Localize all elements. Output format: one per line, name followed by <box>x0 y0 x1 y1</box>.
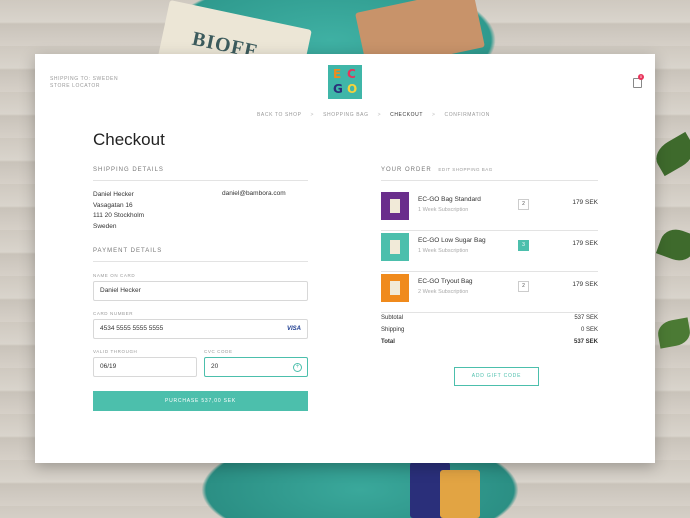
breadcrumb-separator: > <box>377 112 382 118</box>
product-price: 179 SEK <box>572 199 598 206</box>
subtotal-row: Subtotal 537 SEK <box>381 315 598 321</box>
plus-circle-icon[interactable]: + <box>293 363 302 372</box>
subtotal-value: 537 SEK <box>574 315 598 321</box>
card-number-input[interactable]: 4534 5555 5555 5555 VISA <box>93 319 308 339</box>
shipping-label: Shipping <box>381 327 405 333</box>
order-item: EC-GO Low Sugar Bag 1 Week Subscription … <box>381 230 598 272</box>
name-on-card-label: NAME ON CARD <box>93 273 136 278</box>
total-label: Total <box>381 339 395 345</box>
shipping-details-heading: SHIPPING DETAILS <box>93 167 308 181</box>
background-product-bag <box>440 470 480 518</box>
order-item: EC-GO Bag Standard 1 Week Subscription 2… <box>381 189 598 231</box>
quantity-selector[interactable]: 3 <box>518 240 529 251</box>
shipping-city: 111 20 Stockholm <box>93 212 145 219</box>
product-name: EC-GO Low Sugar Bag <box>418 237 486 244</box>
store-locator-link[interactable]: STORE LOCATOR <box>50 83 118 90</box>
background-leaf <box>650 131 690 177</box>
product-name: EC-GO Tryout Bag <box>418 278 473 285</box>
shipping-name: Daniel Hecker <box>93 191 134 198</box>
shipping-address: Daniel Hecker Vasagatan 16 111 20 Stockh… <box>93 190 144 232</box>
card-number-label: CARD NUMBER <box>93 311 134 316</box>
logo-letter: E <box>333 67 342 81</box>
shipping-email: daniel@bambora.com <box>222 190 286 197</box>
breadcrumb-shopping-bag[interactable]: SHOPPING BAG <box>323 112 369 118</box>
total-row: Total 537 SEK <box>381 339 598 345</box>
product-subscription: 2 Week Subscription <box>418 289 469 295</box>
page-title: Checkout <box>93 130 165 149</box>
shipping-row: Shipping 0 SEK <box>381 327 598 333</box>
shipping-region: SHIPPING TO: SWEDEN STORE LOCATOR <box>50 76 118 90</box>
your-order-title: YOUR ORDER <box>381 167 432 173</box>
shipping-street: Vasagatan 16 <box>93 201 133 209</box>
background-leaf <box>655 224 690 266</box>
product-price: 179 SEK <box>572 281 598 288</box>
logo-letter: O <box>347 82 358 96</box>
quantity-selector[interactable]: 2 <box>518 199 529 210</box>
shipping-country: Sweden <box>93 222 117 230</box>
shipping-to-link[interactable]: SHIPPING TO: SWEDEN <box>50 76 118 83</box>
product-subscription: 1 Week Subscription <box>418 248 469 254</box>
logo-letter: G <box>333 82 343 96</box>
purchase-button[interactable]: PURCHASE 537,00 SEK <box>93 391 308 411</box>
product-thumbnail <box>381 233 409 261</box>
valid-through-input[interactable]: 06/19 <box>93 357 197 377</box>
product-subscription: 1 Week Subscription <box>418 207 469 213</box>
breadcrumb-confirmation[interactable]: CONFIRMATION <box>445 112 490 118</box>
cvc-code-value: 20 <box>211 363 219 370</box>
product-thumbnail <box>381 192 409 220</box>
name-on-card-value: Daniel Hecker <box>100 287 141 294</box>
add-gift-code-button[interactable]: ADD GIFT CODE <box>454 367 539 386</box>
product-name: EC-GO Bag Standard <box>418 196 481 203</box>
product-price: 179 SEK <box>572 240 598 247</box>
checkout-window: SHIPPING TO: SWEDEN STORE LOCATOR E C G … <box>35 54 655 463</box>
subtotal-label: Subtotal <box>381 315 404 321</box>
total-value: 537 SEK <box>573 339 598 345</box>
quantity-selector[interactable]: 2 <box>518 281 529 292</box>
shipping-value: 0 SEK <box>580 327 598 333</box>
card-number-value: 4534 5555 5555 5555 <box>100 325 164 332</box>
valid-through-label: VALID THROUGH <box>93 349 138 354</box>
breadcrumb-checkout[interactable]: CHECKOUT <box>390 112 423 118</box>
edit-shopping-bag-link[interactable]: EDIT SHOPPING BAG <box>438 167 492 172</box>
product-thumbnail <box>381 274 409 302</box>
breadcrumb: BACK TO SHOP > SHOPPING BAG > CHECKOUT >… <box>257 112 490 118</box>
brand-logo[interactable]: E C G O <box>328 65 362 99</box>
cvc-code-label: CVC CODE <box>204 349 233 354</box>
visa-icon: VISA <box>286 326 301 332</box>
cvc-code-input[interactable]: 20 + <box>204 357 308 377</box>
background-leaf <box>655 317 690 349</box>
valid-through-value: 06/19 <box>100 363 117 370</box>
breadcrumb-back-to-shop[interactable]: BACK TO SHOP <box>257 112 302 118</box>
your-order-heading: YOUR ORDER EDIT SHOPPING BAG <box>381 167 598 181</box>
order-item: EC-GO Tryout Bag 2 Week Subscription 2 1… <box>381 271 598 313</box>
name-on-card-input[interactable]: Daniel Hecker <box>93 281 308 301</box>
cart-count-badge: 0 <box>638 74 644 80</box>
breadcrumb-separator: > <box>432 112 436 118</box>
payment-details-heading: PAYMENT DETAILS <box>93 248 308 262</box>
breadcrumb-separator: > <box>310 112 315 118</box>
logo-letter: C <box>347 67 356 81</box>
